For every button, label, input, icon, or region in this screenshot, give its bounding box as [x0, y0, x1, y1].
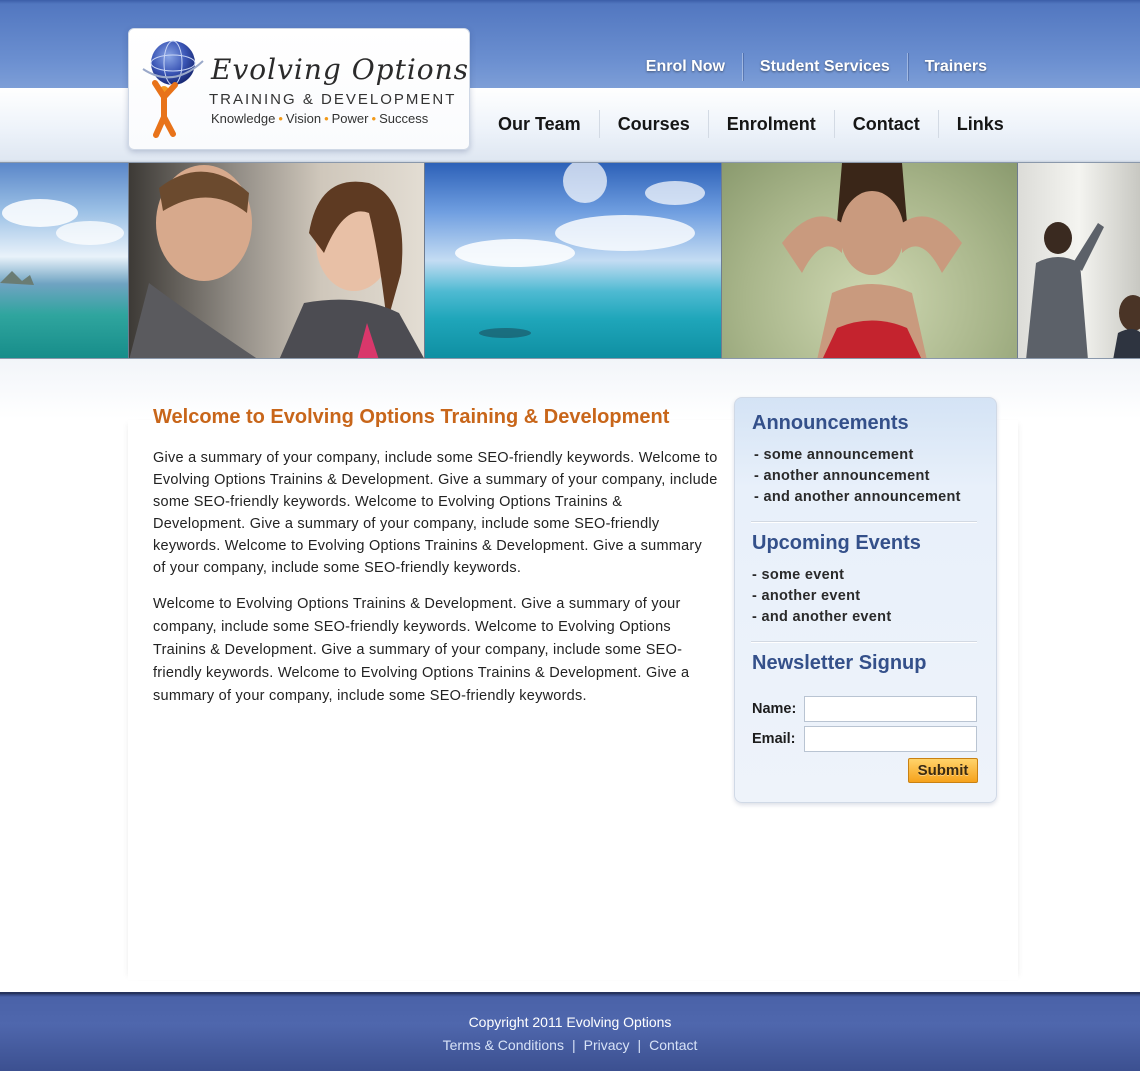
bullet-icon: •: [278, 111, 283, 126]
event-item: - and another event: [752, 609, 892, 625]
footer-divider: |: [637, 1037, 642, 1053]
name-label: Name:: [752, 701, 797, 717]
intro-paragraph: Give a summary of your company, include …: [153, 450, 718, 576]
nav-links[interactable]: Links: [939, 108, 1022, 140]
nav-enrol-now[interactable]: Enrol Now: [629, 52, 742, 82]
bullet-icon: •: [371, 111, 377, 126]
top-nav: Enrol Now Student Services Trainers: [629, 52, 1004, 82]
bullet-icon: •: [324, 111, 329, 126]
sidebar-divider: [751, 641, 977, 642]
banner-photo-students: [129, 163, 425, 358]
banner-photo-snorkelers: [425, 163, 722, 358]
globe-figure-icon: [142, 40, 204, 138]
brand-subtitle: TRAINING & DEVELOPMENT: [209, 91, 457, 108]
email-label: Email:: [752, 731, 796, 747]
nav-enrolment[interactable]: Enrolment: [709, 108, 834, 140]
tagline-word: Power: [331, 111, 369, 126]
footer-link-privacy[interactable]: Privacy: [584, 1037, 630, 1053]
announcements-list: - some announcement - another announceme…: [754, 445, 961, 508]
newsletter-heading: Newsletter Signup: [752, 652, 927, 674]
logo[interactable]: Evolving Options TRAINING & DEVELOPMENT …: [128, 28, 470, 150]
clouds-icon: [0, 199, 124, 285]
nav-student-services[interactable]: Student Services: [743, 52, 907, 82]
sun-clouds-icon: [455, 163, 705, 338]
announcement-item: - some announcement: [754, 447, 914, 463]
events-heading: Upcoming Events: [752, 532, 921, 554]
banner-photo-woman: [722, 163, 1018, 358]
brand-tagline: Knowledge • Vision • Power • Success: [211, 111, 428, 126]
footer-links: Terms & Conditions | Privacy | Contact: [0, 1037, 1140, 1053]
copyright-text: Copyright 2011 Evolving Options: [468, 1014, 672, 1030]
footer-link-terms[interactable]: Terms & Conditions: [443, 1037, 564, 1053]
footer-divider: |: [571, 1037, 576, 1053]
event-item: - another event: [752, 588, 861, 604]
woman-icon: [782, 163, 962, 358]
email-field[interactable]: [804, 726, 977, 752]
announcement-item: - another announcement: [754, 468, 930, 484]
people-icon: [129, 165, 424, 358]
tagline-word: Vision: [285, 111, 322, 126]
banner-photo-presenter: [1018, 163, 1140, 358]
name-field[interactable]: [804, 696, 977, 722]
photo-banner: [0, 162, 1140, 359]
nav-contact[interactable]: Contact: [835, 108, 938, 140]
page-title: Welcome to Evolving Options Training & D…: [153, 406, 670, 428]
nav-courses[interactable]: Courses: [600, 108, 708, 140]
sidebar: Announcements - some announcement - anot…: [734, 397, 997, 803]
sidebar-divider: [751, 521, 977, 522]
event-item: - some event: [752, 567, 845, 583]
submit-button[interactable]: Submit: [908, 758, 978, 783]
events-list: - some event - another event - and anoth…: [752, 565, 891, 628]
announcement-item: - and another announcement: [754, 489, 961, 505]
tagline-word: Knowledge: [211, 111, 276, 126]
main-nav: Our Team Courses Enrolment Contact Links: [480, 108, 1022, 140]
announcements-heading: Announcements: [752, 412, 909, 434]
presenter-icon: [1026, 222, 1140, 358]
tagline-word: Success: [379, 111, 429, 126]
banner-photo-ocean-rocks: [0, 163, 129, 358]
footer: Copyright 2011 Evolving Options Terms & …: [0, 992, 1140, 1071]
brand-name: Evolving Options: [211, 53, 470, 86]
nav-our-team[interactable]: Our Team: [480, 108, 599, 140]
nav-trainers[interactable]: Trainers: [908, 52, 1004, 82]
intro-paragraph: Welcome to Evolving Options Trainins & D…: [153, 596, 690, 704]
footer-link-contact[interactable]: Contact: [649, 1037, 697, 1053]
